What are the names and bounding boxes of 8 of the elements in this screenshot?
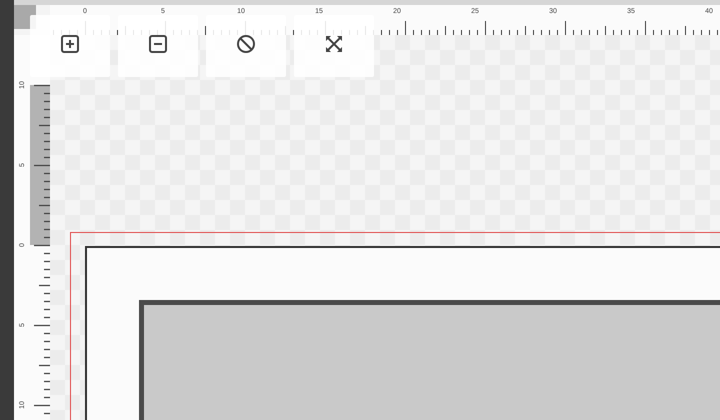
zoom-out-icon [148,34,168,54]
zoom-in-icon [60,34,80,54]
expand-icon [324,34,344,54]
zoom-out-button[interactable] [118,15,198,77]
prohibited-icon [236,34,256,54]
reset-button[interactable] [206,15,286,77]
zoom-in-button[interactable] [30,15,110,77]
fit-button[interactable] [294,15,374,77]
